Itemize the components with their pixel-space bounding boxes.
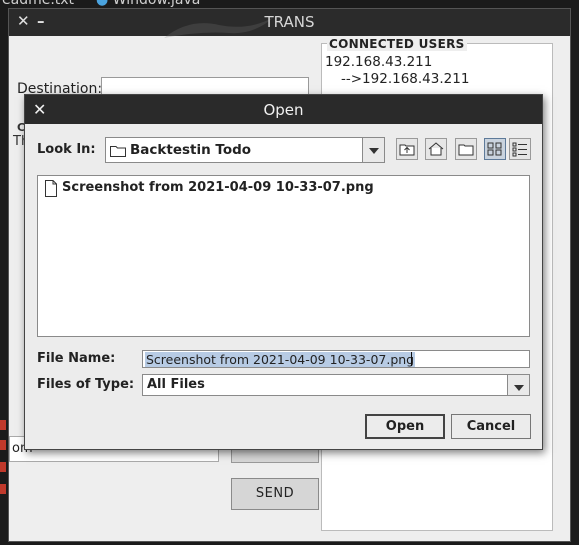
dialog-titlebar: ✕ Open (25, 95, 542, 124)
editor-tab-label: eadme.txt (2, 0, 75, 8)
file-icon (45, 180, 57, 197)
error-marker (0, 462, 6, 472)
look-in-value: Backtestin Todo (130, 142, 252, 158)
home-icon (428, 142, 444, 156)
user-entry[interactable]: 192.168.43.211 (325, 54, 432, 70)
dialog-title: Open (263, 101, 304, 119)
files-of-type-value: All Files (147, 377, 205, 392)
error-marker (0, 420, 6, 430)
file-list[interactable]: Screenshot from 2021-04-09 10-33-07.png (37, 175, 530, 337)
details-view-icon (512, 142, 527, 157)
up-folder-icon (399, 144, 415, 156)
details-view-button[interactable] (509, 138, 531, 160)
java-file-icon: ● (96, 0, 109, 8)
look-in-label: Look In: (37, 142, 96, 157)
trans-window-title: TRANS (264, 13, 315, 31)
open-button[interactable]: Open (365, 414, 445, 439)
list-view-icon (487, 142, 502, 156)
list-view-button[interactable] (484, 138, 506, 160)
partially-hidden-button[interactable] (231, 449, 319, 463)
file-name-input[interactable]: Screenshot from 2021-04-09 10-33-07.png (142, 350, 530, 368)
folder-icon (110, 146, 126, 157)
send-button[interactable]: SEND (231, 478, 319, 510)
cancel-button[interactable]: Cancel (451, 414, 531, 439)
editor-tab-label: Window.java (112, 0, 201, 8)
up-folder-button[interactable] (396, 138, 418, 160)
new-folder-button[interactable] (455, 138, 477, 160)
file-name-label: File Name: (37, 351, 116, 366)
text-caret (411, 352, 412, 366)
user-entry[interactable]: -->192.168.43.211 (341, 71, 469, 87)
home-button[interactable] (425, 138, 447, 160)
files-of-type-select[interactable]: All Files (142, 374, 530, 396)
new-folder-icon (458, 144, 474, 156)
connected-users-title: CONNECTED USERS (327, 37, 467, 51)
files-of-type-label: Files of Type: (37, 377, 135, 392)
error-marker (0, 440, 6, 450)
chevron-down-icon[interactable] (362, 138, 384, 162)
trans-titlebar: ✕ – TRANS (9, 9, 570, 38)
look-in-select[interactable]: Backtestin Todo (105, 137, 385, 163)
error-marker (0, 484, 6, 494)
file-name-value: Screenshot from 2021-04-09 10-33-07.png (145, 352, 416, 367)
chevron-down-icon[interactable] (507, 375, 529, 395)
open-dialog: ✕ Open Look In: Backtestin Todo Screensh… (24, 94, 543, 450)
file-name: Screenshot from 2021-04-09 10-33-07.png (62, 180, 374, 195)
